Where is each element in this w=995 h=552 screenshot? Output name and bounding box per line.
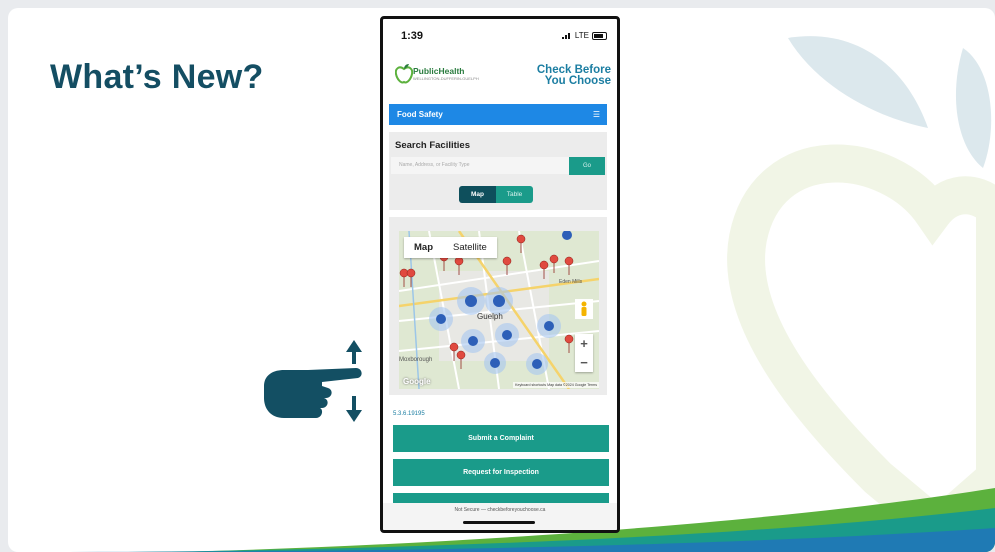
brand-title: Check Before You Choose bbox=[537, 64, 611, 87]
network-label: LTE bbox=[574, 31, 589, 40]
map-city-label: Guelph bbox=[477, 312, 503, 321]
leaf-left bbox=[788, 36, 928, 128]
leaf-right bbox=[955, 48, 992, 168]
map-tab[interactable]: Map bbox=[404, 237, 443, 258]
arrow-up-icon bbox=[346, 340, 362, 364]
map-view-button[interactable]: Map bbox=[459, 186, 496, 203]
apple-logo-icon bbox=[395, 64, 413, 84]
search-title: Search Facilities bbox=[395, 140, 470, 151]
org-subtitle: WELLINGTON-DUFFERIN-GUELPH bbox=[413, 76, 479, 81]
hand-pointing-icon bbox=[264, 340, 362, 422]
map-panel: Guelph Moxborough Eden Mills Map Satelli… bbox=[389, 217, 607, 395]
status-time: 1:39 bbox=[401, 30, 424, 42]
status-indicators: LTE bbox=[561, 31, 607, 40]
search-panel: Search Facilities Name, Address, or Faci… bbox=[389, 132, 607, 210]
google-logo: Google bbox=[403, 377, 431, 386]
home-indicator bbox=[463, 521, 535, 524]
search-placeholder: Name, Address, or Facility Type bbox=[399, 162, 470, 168]
slide: What’s New? 1:39 LTE PublicHealth WELLIN… bbox=[8, 8, 995, 552]
arrow-down-icon bbox=[346, 396, 362, 422]
go-button[interactable]: Go bbox=[569, 157, 605, 175]
signal-icon bbox=[561, 32, 572, 39]
map-attribution[interactable]: Keyboard shortcuts Map data ©2024 Google… bbox=[513, 382, 599, 388]
zoom-controls: + − bbox=[575, 334, 593, 372]
status-bar: 1:39 LTE bbox=[383, 19, 617, 49]
menu-icon[interactable]: ☰ bbox=[593, 110, 600, 119]
table-view-button[interactable]: Table bbox=[496, 186, 533, 203]
battery-icon bbox=[592, 31, 607, 40]
heart-outline bbox=[727, 144, 995, 552]
nav-bar[interactable]: Food Safety ☰ bbox=[389, 104, 607, 125]
search-input[interactable]: Name, Address, or Facility Type bbox=[391, 157, 569, 174]
version-label: 5.3.6.19195 bbox=[393, 411, 425, 417]
map-area-label-1: Moxborough bbox=[399, 357, 432, 363]
org-name: PublicHealth bbox=[413, 66, 465, 76]
nav-section-label: Food Safety bbox=[397, 110, 443, 119]
pegman-icon[interactable] bbox=[575, 299, 593, 319]
next-action-button[interactable] bbox=[393, 493, 609, 503]
brand-line-2: You Choose bbox=[544, 75, 611, 87]
satellite-tab[interactable]: Satellite bbox=[443, 237, 497, 258]
phone-mockup: 1:39 LTE PublicHealth WELLINGTON-DUFFERI… bbox=[380, 16, 620, 533]
map-view[interactable]: Guelph Moxborough Eden Mills Map Satelli… bbox=[399, 231, 599, 389]
map-area-label-2: Eden Mills bbox=[559, 279, 583, 285]
zoom-in-button[interactable]: + bbox=[575, 334, 593, 353]
slide-title: What’s New? bbox=[50, 58, 264, 96]
submit-complaint-button[interactable]: Submit a Complaint bbox=[393, 425, 609, 452]
zoom-out-button[interactable]: − bbox=[575, 353, 593, 372]
url-text: Not Secure — checkbeforeyouchoose.ca bbox=[454, 507, 546, 513]
request-inspection-button[interactable]: Request for Inspection bbox=[393, 459, 609, 486]
view-toggle: Map Table bbox=[459, 186, 533, 203]
map-type-tabs: Map Satellite bbox=[404, 237, 497, 258]
browser-url-bar[interactable]: Not Secure — checkbeforeyouchoose.ca bbox=[383, 503, 617, 530]
